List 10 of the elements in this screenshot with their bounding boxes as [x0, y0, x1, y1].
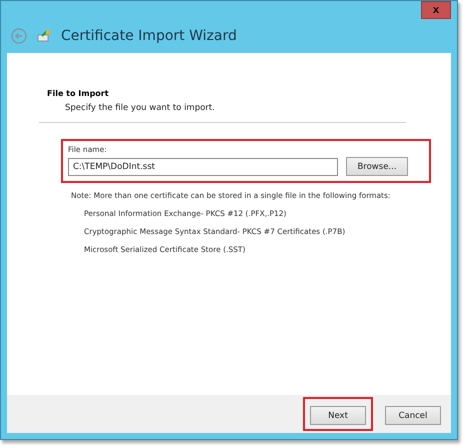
- close-button[interactable]: x: [421, 1, 451, 19]
- browse-button[interactable]: Browse...: [346, 157, 408, 176]
- back-icon[interactable]: [11, 28, 27, 44]
- cancel-button[interactable]: Cancel: [385, 406, 441, 426]
- certificate-icon: [37, 29, 51, 43]
- window-title: Certificate Import Wizard: [61, 28, 237, 44]
- next-button[interactable]: Next: [310, 406, 366, 426]
- page-heading: File to Import: [46, 89, 110, 98]
- file-name-field[interactable]: C:\TEMP\DoDInt.sst: [68, 158, 338, 176]
- page-subheading: Specify the file you want to import.: [64, 102, 216, 113]
